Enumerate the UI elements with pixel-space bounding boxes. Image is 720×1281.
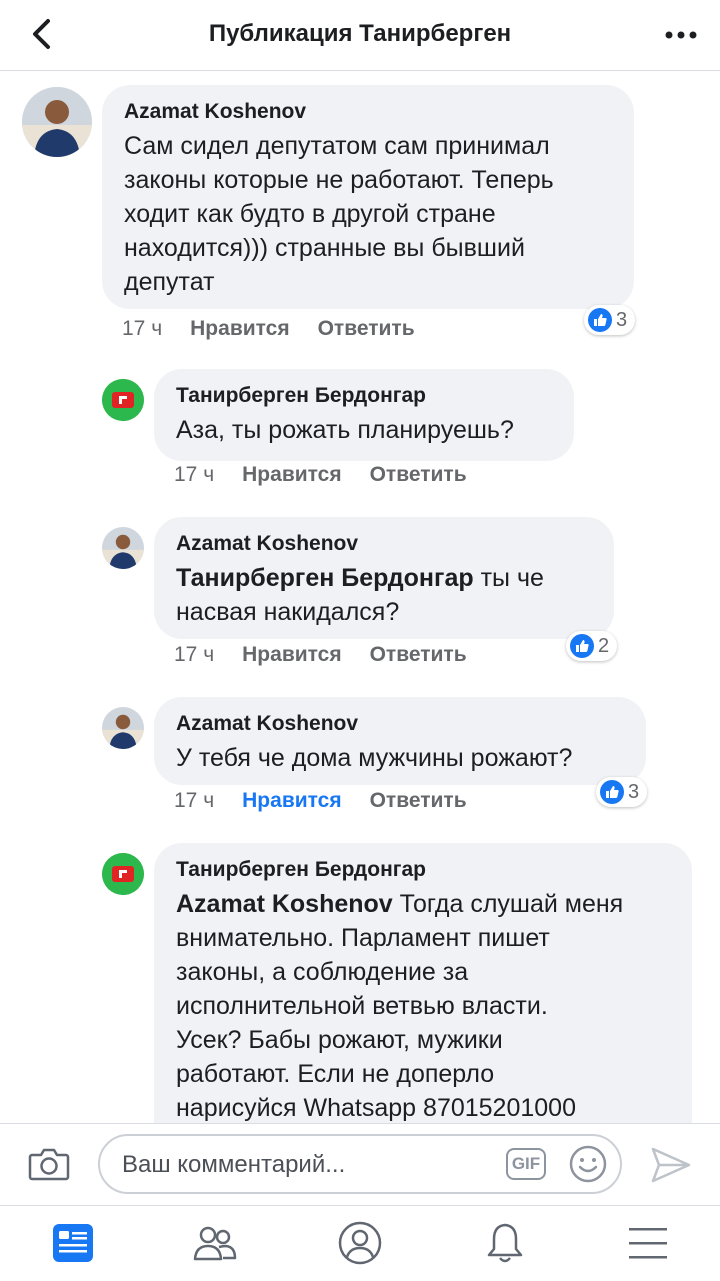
- comment-text: ты че: [480, 564, 544, 592]
- reaction-count[interactable]: 2: [566, 631, 618, 661]
- comment-text-line: Azamat Koshenov Тогда слушай меня: [176, 887, 670, 921]
- camera-icon: [28, 1148, 70, 1181]
- comment-text-line: исполнительной ветвью власти.: [176, 992, 548, 1020]
- comment-meta: 17 ч Нравится Ответить: [174, 463, 495, 487]
- page-logo-icon: [102, 379, 144, 421]
- comment-meta: 17 ч Нравится Ответить: [122, 317, 443, 341]
- reply-link[interactable]: Ответить: [370, 463, 467, 486]
- comment-reply: Танирберген Бердонгар Azamat Koshenov То…: [0, 839, 720, 1123]
- thumbs-up-icon: [570, 634, 594, 658]
- comment-text: Тогда слушай меня: [399, 890, 624, 918]
- more-horizontal-icon: [665, 31, 697, 39]
- reply-link[interactable]: Ответить: [370, 643, 467, 666]
- like-link[interactable]: Нравится: [242, 643, 341, 666]
- reaction-count[interactable]: 3: [596, 777, 648, 807]
- camera-button[interactable]: [28, 1146, 70, 1182]
- comment-composer: GIF: [0, 1123, 720, 1206]
- reply-link[interactable]: Ответить: [370, 789, 467, 812]
- comment-text-line: Аза, ты рожать планируешь?: [176, 416, 514, 444]
- person-photo-icon: [22, 87, 92, 157]
- comment-text-line: ходит как будто в другой стране: [124, 200, 496, 228]
- send-icon: [651, 1147, 691, 1183]
- comment-text-line: Усек? Бабы рожают, мужики: [176, 1026, 503, 1054]
- reply-link[interactable]: Ответить: [318, 317, 415, 340]
- reaction-number: 3: [628, 780, 640, 803]
- more-options-button[interactable]: [664, 26, 698, 44]
- comment-text-line: законы которые не работают. Теперь: [124, 166, 554, 194]
- comment-author[interactable]: Танирберген Бердонгар: [176, 857, 670, 883]
- comment-author[interactable]: Танирберген Бердонгар: [176, 383, 552, 409]
- comment-text-line: нарисуйся Whatsapp 87015201000: [176, 1094, 576, 1122]
- page-avatar[interactable]: [102, 379, 144, 421]
- tab-friends[interactable]: [192, 1220, 238, 1266]
- comment-bubble[interactable]: Танирберген Бердонгар Аза, ты рожать пла…: [154, 369, 574, 461]
- comment-author[interactable]: Azamat Koshenov: [124, 99, 612, 125]
- comment-text-line: Сам сидел депутатом сам принимал: [124, 132, 550, 160]
- page-logo-icon: [102, 853, 144, 895]
- comment-reply: Azamat Koshenov У тебя че дома мужчины р…: [0, 691, 720, 831]
- person-photo-icon: [102, 707, 144, 749]
- comment-text-line: законы, а соблюдение за: [176, 958, 469, 986]
- tab-news-feed[interactable]: [50, 1220, 96, 1266]
- emoji-button[interactable]: [568, 1144, 608, 1184]
- friends-icon: [193, 1226, 237, 1261]
- comment-text-line: Танирберген Бердонгар ты че: [176, 561, 592, 595]
- comment-meta: 17 ч Нравится Ответить: [174, 643, 495, 667]
- comment-bubble[interactable]: Azamat Koshenov У тебя че дома мужчины р…: [154, 697, 646, 785]
- top-bar: Публикация Танирберген: [0, 0, 720, 71]
- avatar[interactable]: [22, 87, 92, 157]
- like-link-active[interactable]: Нравится: [242, 789, 341, 812]
- tab-notifications[interactable]: [482, 1220, 528, 1266]
- comment-meta: 17 ч Нравится Ответить: [174, 789, 495, 813]
- comment-bubble[interactable]: Azamat Koshenov Сам сидел депутатом сам …: [102, 85, 634, 309]
- comment-thread[interactable]: Azamat Koshenov Сам сидел депутатом сам …: [0, 71, 720, 1123]
- mention-link[interactable]: Azamat Koshenov: [176, 890, 393, 918]
- comment-reply: Танирберген Бердонгар Аза, ты рожать пла…: [0, 361, 720, 501]
- send-button[interactable]: [650, 1146, 692, 1184]
- profile-icon: [338, 1221, 382, 1265]
- notifications-bell-icon: [487, 1223, 523, 1263]
- comment-text-line: У тебя че дома мужчины рожают?: [176, 744, 573, 772]
- news-feed-icon: [53, 1224, 93, 1262]
- comment-input[interactable]: [120, 1146, 484, 1184]
- reaction-number: 2: [598, 634, 610, 657]
- page-title: Публикация Танирберген: [208, 20, 512, 47]
- gif-button[interactable]: GIF: [506, 1148, 546, 1180]
- comment-text-line: насвая накидался?: [176, 598, 400, 626]
- avatar[interactable]: [102, 707, 144, 749]
- comment-text-line: депутат: [124, 268, 215, 296]
- comment-bubble[interactable]: Azamat Koshenov Танирберген Бердонгар ты…: [154, 517, 614, 639]
- like-link[interactable]: Нравится: [190, 317, 289, 340]
- comment: Azamat Koshenov Сам сидел депутатом сам …: [0, 71, 720, 351]
- comment-reply: Azamat Koshenov Танирберген Бердонгар ты…: [0, 511, 720, 671]
- comment-time: 17 ч: [174, 463, 215, 486]
- comment-text-line: работают. Если не доперло: [176, 1060, 495, 1088]
- comment-time: 17 ч: [174, 643, 215, 666]
- comment-time: 17 ч: [174, 789, 215, 812]
- page-avatar[interactable]: [102, 853, 144, 895]
- like-link[interactable]: Нравится: [242, 463, 341, 486]
- comment-time: 17 ч: [122, 317, 163, 340]
- mention-link[interactable]: Танирберген Бердонгар: [176, 564, 474, 592]
- menu-icon: [629, 1228, 667, 1259]
- comment-text-line: внимательно. Парламент пишет: [176, 924, 550, 952]
- comment-author[interactable]: Azamat Koshenov: [176, 711, 624, 737]
- comment-author[interactable]: Azamat Koshenov: [176, 531, 592, 557]
- reaction-count[interactable]: 3: [584, 305, 636, 335]
- tab-menu[interactable]: [625, 1220, 671, 1266]
- tab-profile[interactable]: [337, 1220, 383, 1266]
- thumbs-up-icon: [588, 308, 612, 332]
- smiley-icon: [569, 1145, 607, 1183]
- person-photo-icon: [102, 527, 144, 569]
- bottom-tab-bar: [0, 1205, 720, 1281]
- comment-text-line: находится))) странные вы бывший: [124, 234, 525, 262]
- avatar[interactable]: [102, 527, 144, 569]
- comment-input-box[interactable]: GIF: [98, 1134, 622, 1194]
- comment-bubble[interactable]: Танирберген Бердонгар Azamat Koshenov То…: [154, 843, 692, 1123]
- reaction-number: 3: [616, 308, 628, 331]
- thumbs-up-icon: [600, 780, 624, 804]
